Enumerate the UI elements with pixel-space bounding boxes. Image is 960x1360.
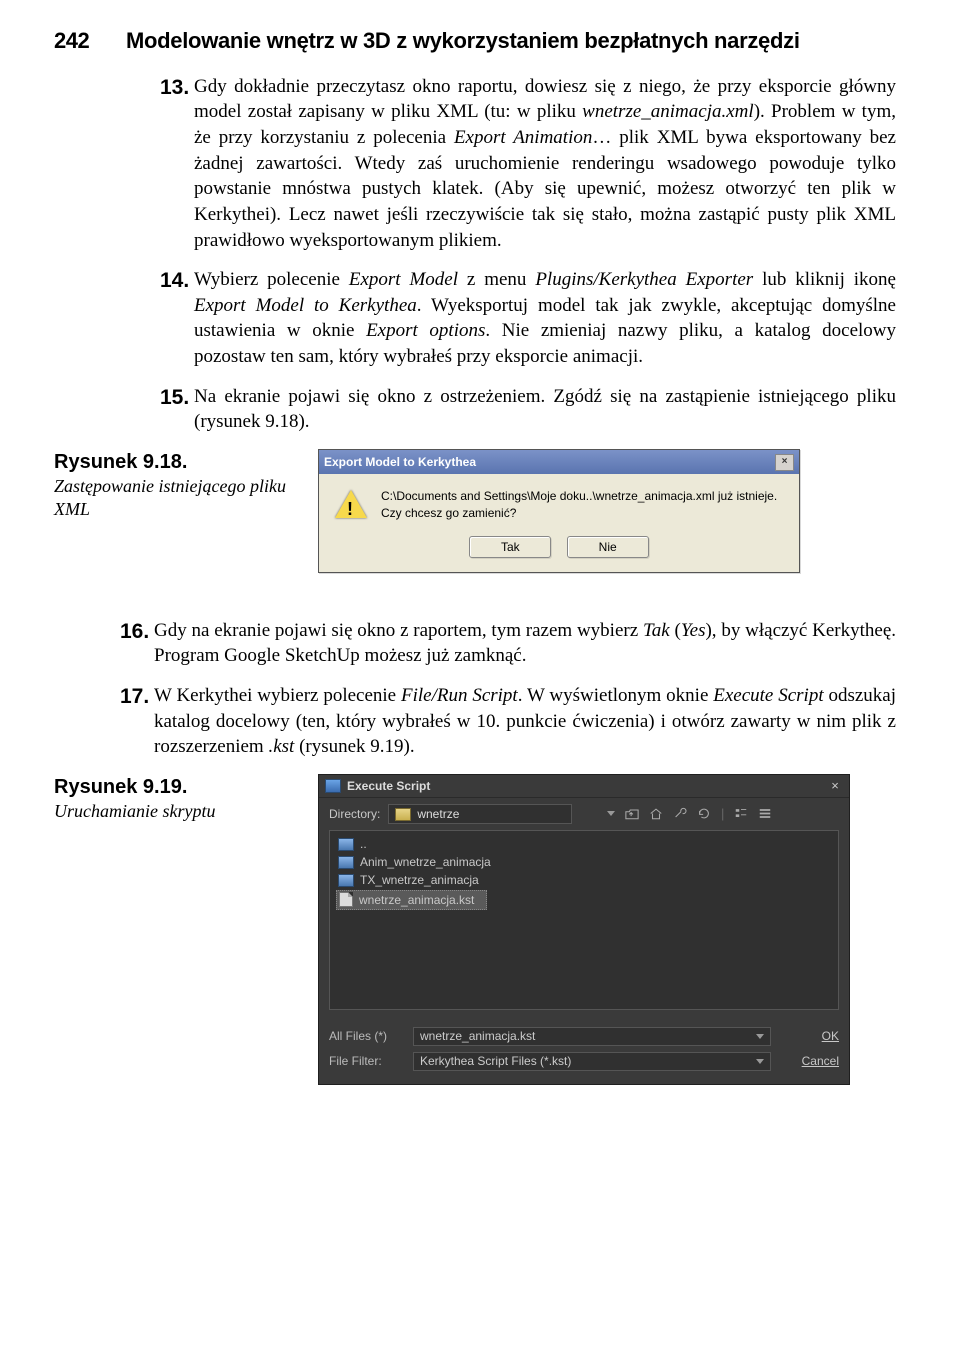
all-files-label: All Files (*) [329, 1028, 407, 1044]
folder-icon [395, 808, 411, 821]
folder-item[interactable]: TX_wnetrze_animacja [336, 871, 832, 889]
text: C:\Documents and Settings\Moje doku..\wn… [381, 489, 777, 503]
no-button[interactable]: Nie [567, 536, 649, 558]
dropdown-icon[interactable] [607, 811, 615, 816]
figure-number: Rysunek 9.19. [54, 776, 187, 798]
item-number: 16. [120, 618, 150, 669]
filename-value: wnetrze_animacja.kst [420, 1028, 535, 1044]
text: z menu [458, 269, 535, 290]
menu-path: Plugins/Kerkythea Exporter [535, 269, 753, 290]
folder-item[interactable]: Anim_wnetrze_animacja [336, 853, 832, 871]
file-extension: .kst [268, 736, 294, 757]
list-item: 16. Gdy na ekranie pojawi się okno z rap… [120, 618, 896, 669]
window-name: Execute Script [713, 685, 823, 706]
figure-caption: Rysunek 9.18. Zastępowanie istniejącego … [54, 449, 318, 522]
file-name: Anim_wnetrze_animacja [360, 854, 491, 870]
export-confirm-dialog: Export Model to Kerkythea × C:\Documents… [318, 449, 800, 573]
dropdown-icon[interactable] [756, 1059, 764, 1064]
text: Gdy na ekranie pojawi się okno z raporte… [154, 620, 643, 641]
dropdown-icon[interactable] [756, 1034, 764, 1039]
text: lub kliknij ikonę [753, 269, 896, 290]
detail-view-icon[interactable] [758, 807, 772, 820]
item-body: Gdy dokładnie przeczytasz okno raportu, … [194, 74, 896, 253]
text: ( [670, 620, 681, 641]
file-icon [339, 892, 353, 907]
dialog-titlebar[interactable]: Execute Script × [319, 775, 849, 798]
list-item: 17. W Kerkythei wybierz polecenie File/R… [120, 683, 896, 760]
file-filter-label: File Filter: [329, 1053, 407, 1069]
file-filter-select[interactable]: Kerkythea Script Files (*.kst) [413, 1052, 771, 1071]
yes-button[interactable]: Tak [469, 536, 551, 558]
file-item-selected[interactable]: wnetrze_animacja.kst [336, 890, 487, 910]
page-number: 242 [54, 26, 126, 56]
item-body: Wybierz polecenie Export Model z menu Pl… [194, 267, 896, 370]
item-body: Gdy na ekranie pojawi się okno z raporte… [154, 618, 896, 669]
command-name: Export Model to Kerkythea [194, 295, 417, 316]
folder-icon [338, 838, 354, 851]
list-item: 14. Wybierz polecenie Export Model z men… [160, 267, 896, 370]
command-name: Export Model [349, 269, 458, 290]
text: W Kerkythei wybierz polecenie [154, 685, 401, 706]
list-view-icon[interactable] [734, 807, 748, 820]
menu-path: File/Run Script [401, 685, 518, 706]
window-name: Export options [366, 320, 485, 341]
text: (rysunek 9.19). [294, 736, 414, 757]
directory-input[interactable]: wnetrze [388, 804, 572, 824]
tool-icon[interactable] [673, 807, 687, 820]
item-number: 13. [160, 74, 190, 253]
book-title: Modelowanie wnętrz w 3D z wykorzystaniem… [126, 26, 800, 56]
figure-description: Uruchamianie skryptu [54, 801, 215, 821]
warning-icon [335, 490, 369, 520]
file-name: TX_wnetrze_animacja [360, 872, 479, 888]
figure-description: Zastępowanie istniejącego pliku XML [54, 476, 286, 519]
button-name: Yes [681, 620, 706, 641]
directory-label: Directory: [329, 806, 380, 822]
app-icon [325, 779, 341, 793]
text: Czy chcesz go zamienić? [381, 506, 516, 520]
file-name: wnetrze_animacja.kst [359, 892, 474, 908]
figure-caption: Rysunek 9.19. Uruchamianie skryptu [54, 774, 318, 823]
directory-value: wnetrze [417, 806, 459, 822]
up-folder-icon[interactable] [625, 807, 639, 820]
filename-input[interactable]: wnetrze_animacja.kst [413, 1027, 771, 1046]
cancel-button[interactable]: Cancel [777, 1053, 839, 1069]
close-icon[interactable]: × [825, 777, 849, 795]
item-number: 17. [120, 683, 150, 760]
page-header: 242 Modelowanie wnętrz w 3D z wykorzysta… [54, 26, 906, 56]
folder-icon [338, 856, 354, 869]
dialog-title: Export Model to Kerkythea [324, 454, 476, 470]
text: . W wyświetlonym oknie [518, 685, 714, 706]
filename: wnetrze_animacja.xml [582, 101, 754, 122]
dialog-title: Execute Script [347, 778, 430, 794]
ok-button[interactable]: OK [777, 1028, 839, 1044]
refresh-icon[interactable] [697, 807, 711, 820]
parent-folder-item[interactable]: .. [336, 835, 832, 853]
file-filter-value: Kerkythea Script Files (*.kst) [420, 1053, 571, 1069]
item-number: 15. [160, 384, 190, 435]
dialog-message: C:\Documents and Settings\Moje doku..\wn… [381, 488, 777, 522]
home-icon[interactable] [649, 807, 663, 820]
button-name: Tak [643, 620, 670, 641]
text: Na ekranie pojawi się okno z ostrzeżenie… [194, 386, 896, 433]
folder-icon [338, 874, 354, 887]
text: Wybierz polecenie [194, 269, 349, 290]
command-name: Export Animation [454, 127, 592, 148]
dialog-titlebar[interactable]: Export Model to Kerkythea × [319, 450, 799, 474]
item-body: Na ekranie pojawi się okno z ostrzeżenie… [194, 384, 896, 435]
list-item: 15. Na ekranie pojawi się okno z ostrzeż… [160, 384, 896, 435]
execute-script-dialog: Execute Script × Directory: wnetrze [318, 774, 850, 1085]
list-item: 13. Gdy dokładnie przeczytasz okno rapor… [160, 74, 896, 253]
file-list[interactable]: .. Anim_wnetrze_animacja TX_wnetrze_anim… [329, 830, 839, 1010]
item-body: W Kerkythei wybierz polecenie File/Run S… [154, 683, 896, 760]
file-name: .. [360, 836, 367, 852]
close-icon[interactable]: × [775, 454, 794, 471]
item-number: 14. [160, 267, 190, 370]
figure-number: Rysunek 9.18. [54, 451, 187, 473]
